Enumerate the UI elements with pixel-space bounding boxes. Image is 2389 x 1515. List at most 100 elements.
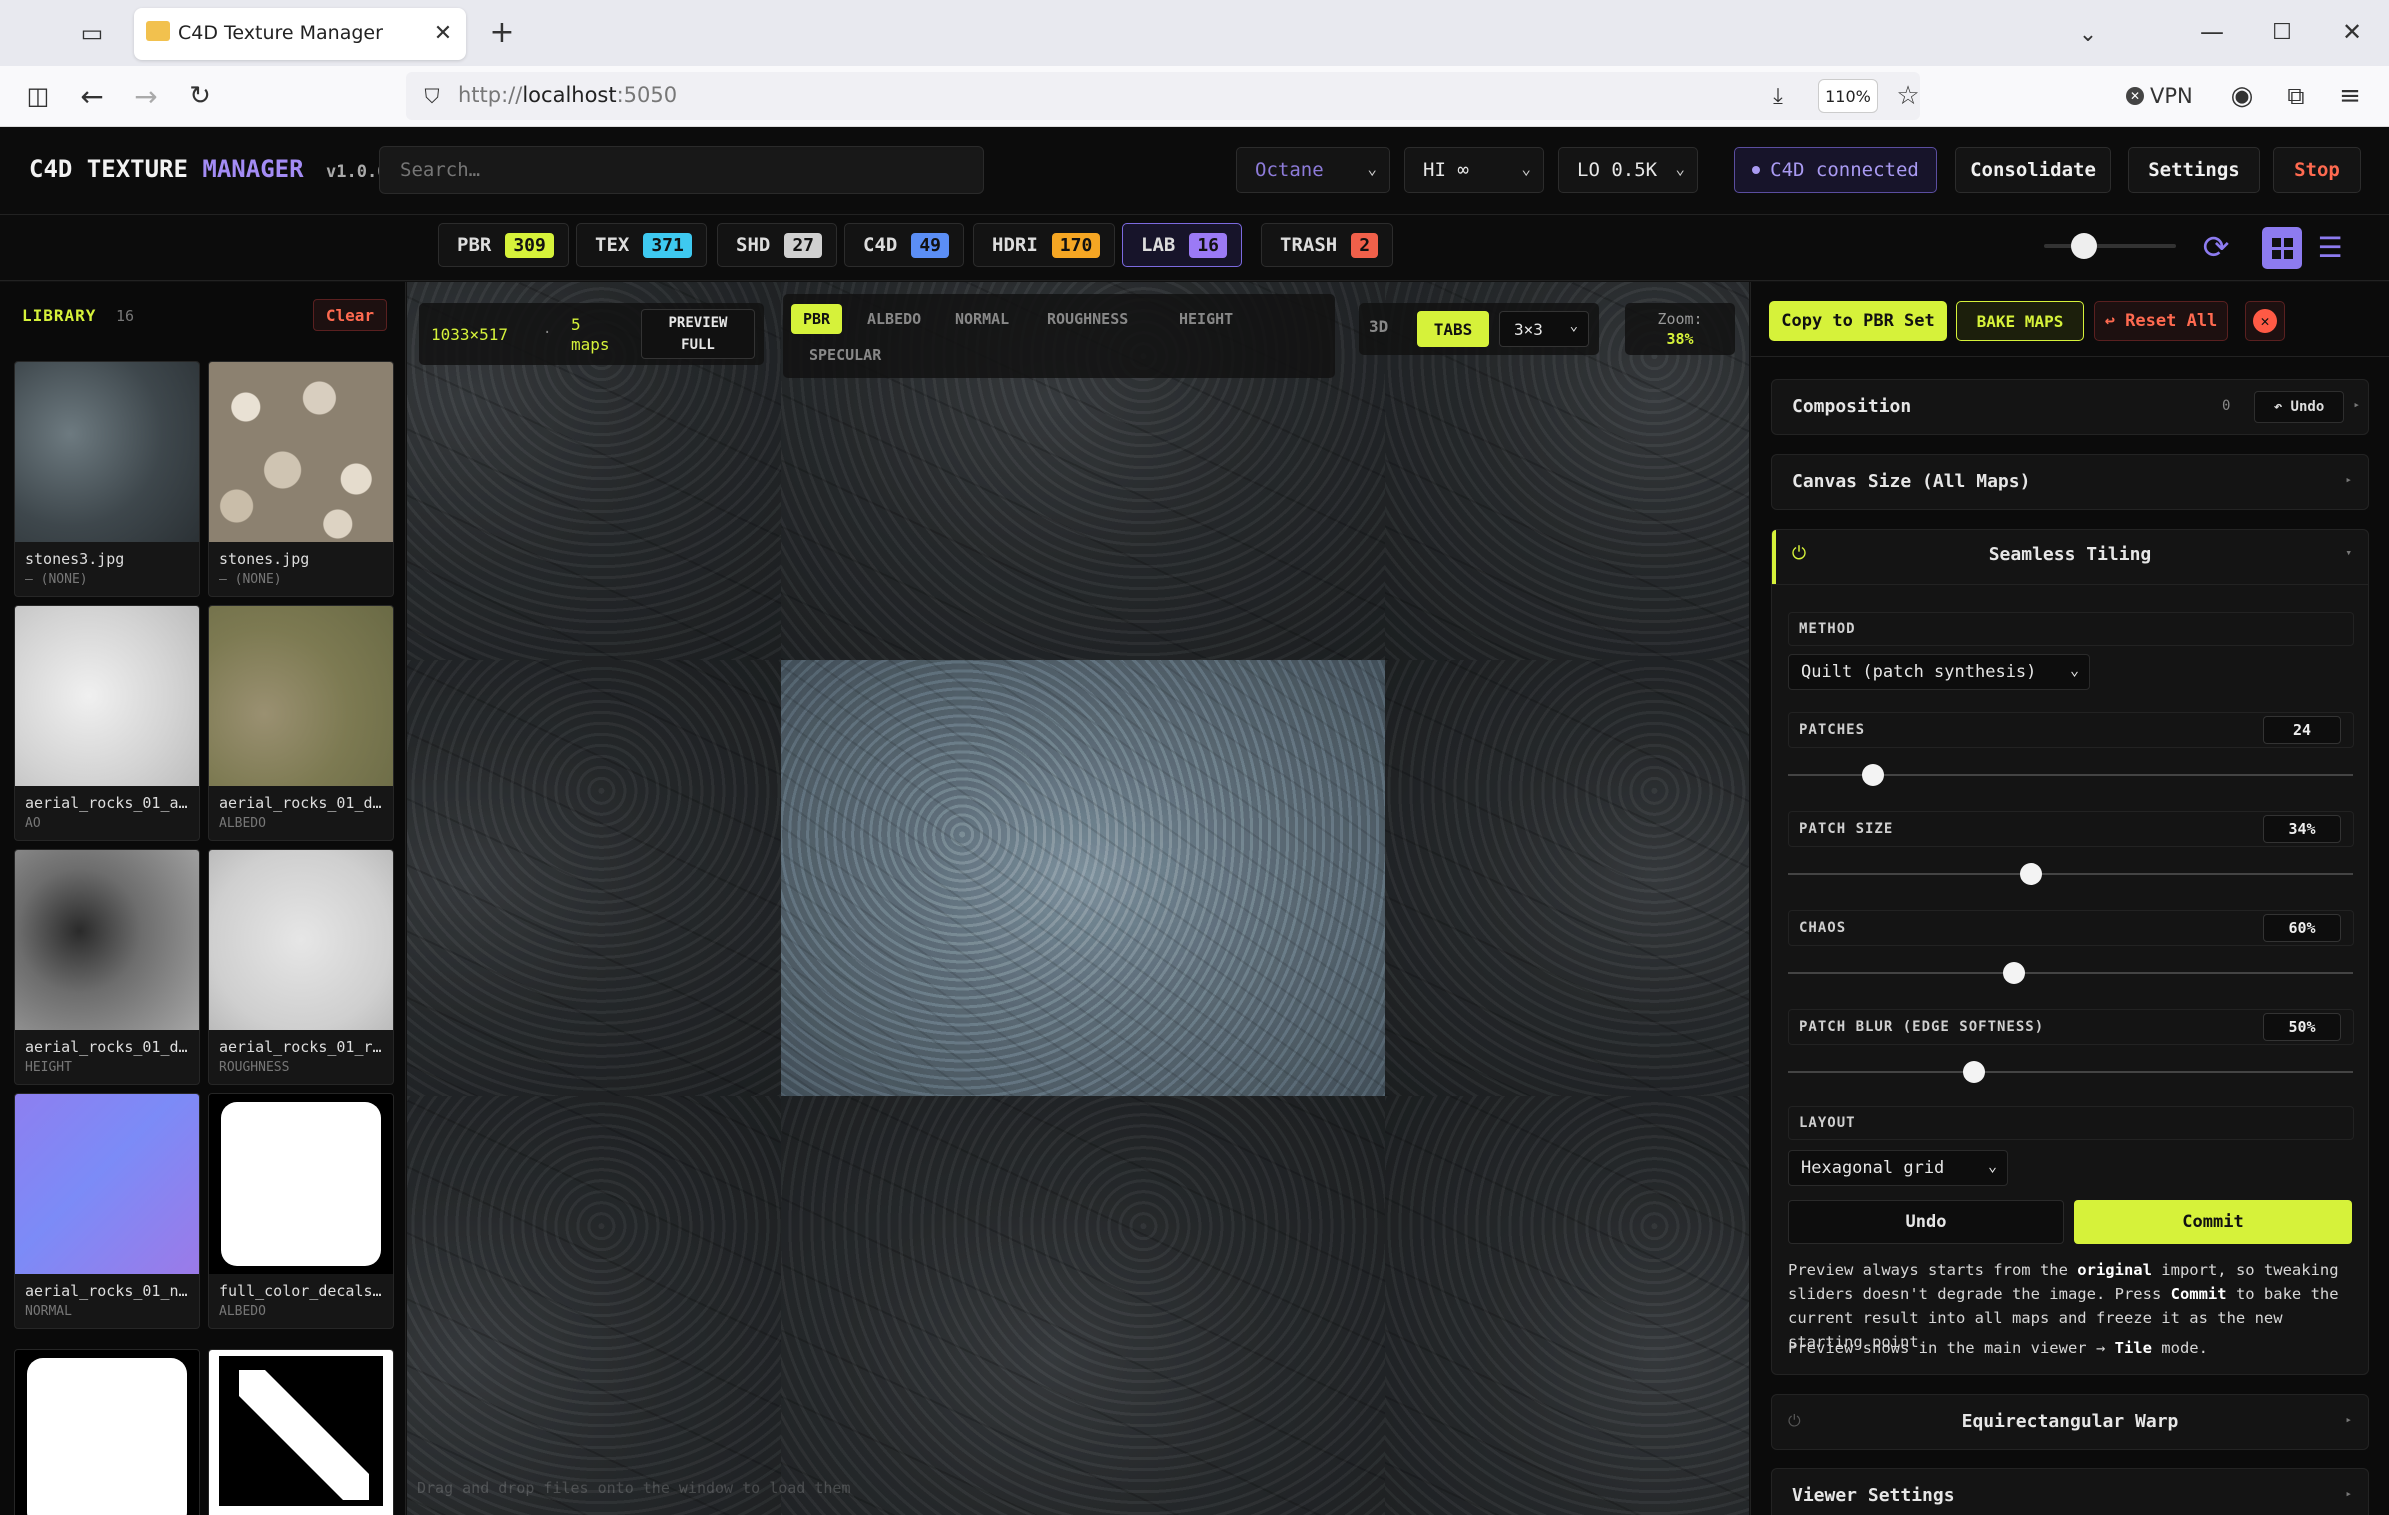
list-view-icon[interactable]: ☰ [2312, 229, 2348, 265]
c4d-connection-status[interactable]: C4D connected [1734, 147, 1937, 193]
chevron-down-icon: ⌄ [1569, 318, 1578, 334]
slider-knob[interactable] [2019, 863, 2042, 885]
library-thumb[interactable]: stones3.jpg — (NONE) [14, 361, 200, 597]
slider-track[interactable] [1788, 1061, 2353, 1083]
library-thumb[interactable] [208, 1349, 394, 1515]
library-thumb[interactable]: full_color_decals… ALBEDO [208, 1093, 394, 1329]
clear-button[interactable]: Clear [313, 299, 387, 331]
commit-button[interactable]: Commit [2074, 1200, 2352, 1244]
library-thumb[interactable] [14, 1349, 200, 1515]
renderer-select[interactable]: Octane ⌄ [1236, 147, 1390, 193]
hi-res-select[interactable]: HI ∞ ⌄ [1404, 147, 1544, 193]
slider-row: PATCH BLUR (EDGE SOFTNESS) 50% [1788, 1009, 2354, 1045]
settings-button[interactable]: Settings [2128, 147, 2260, 193]
category-tab-shd[interactable]: SHD 27 [717, 223, 838, 267]
sidebar-icon[interactable]: ◫ [20, 78, 56, 114]
thumbnail-filename: aerial_rocks_01_r… [219, 1038, 382, 1056]
slider-value[interactable]: 60% [2263, 914, 2341, 942]
method-select[interactable]: Quilt (patch synthesis) ⌄ [1788, 654, 2090, 690]
equirectangular-warp-section[interactable]: ⏻ Equirectangular Warp ▸ [1771, 1394, 2369, 1450]
url-text[interactable]: http://localhost:5050 [458, 83, 677, 107]
extensions-icon[interactable]: ⧉ [2278, 78, 2314, 114]
library-thumb[interactable]: aerial_rocks_01_n… NORMAL [14, 1093, 200, 1329]
account-icon[interactable]: ◉ [2224, 78, 2260, 114]
map-tab-pbr[interactable]: PBR [791, 304, 843, 334]
library-thumb[interactable]: aerial_rocks_01_d… HEIGHT [14, 849, 200, 1085]
slider-value[interactable]: 50% [2263, 1013, 2341, 1041]
category-bar: PBR 309 TEX 371 SHD 27 C4D 49 HDRI 170 LAB 16 TRASH 2… [0, 215, 2389, 281]
map-tab-height[interactable]: HEIGHT [1167, 304, 1245, 334]
lo-res-select[interactable]: LO 0.5K ⌄ [1558, 147, 1698, 193]
drop-hint: Drag and drop files onto the window to l… [417, 1479, 851, 1497]
library-thumb[interactable]: aerial_rocks_01_a… AO [14, 605, 200, 841]
maximize-icon[interactable]: ☐ [2262, 14, 2302, 50]
download-icon[interactable]: ⤓ [1762, 80, 1794, 112]
vpn-button[interactable]: ✕ VPN [2126, 80, 2193, 112]
map-tab-albedo[interactable]: ALBEDO [855, 304, 933, 334]
forward-icon[interactable]: → [128, 78, 164, 114]
mode-tabs-button[interactable]: TABS [1417, 311, 1489, 347]
layout-select[interactable]: Hexagonal grid ⌄ [1788, 1150, 2008, 1186]
close-tab-icon[interactable]: ✕ [430, 20, 456, 46]
library-thumb[interactable]: stones.jpg — (NONE) [208, 361, 394, 597]
slider-knob[interactable] [1861, 764, 1884, 786]
grid-view-button[interactable] [2262, 227, 2302, 269]
bake-maps-button[interactable]: BAKE MAPS [1956, 301, 2084, 341]
undo-button[interactable]: Undo [1788, 1200, 2064, 1244]
grid-size-select[interactable]: 3×3 ⌄ [1499, 311, 1589, 347]
minimize-icon[interactable]: — [2192, 14, 2232, 50]
canvas-size-section[interactable]: Canvas Size (All Maps) ▸ [1771, 454, 2369, 510]
chevron-down-icon: ⌄ [2069, 661, 2079, 679]
close-window-icon[interactable]: ✕ [2332, 14, 2372, 50]
address-bar[interactable]: ⛉ http://localhost:5050 ⤓ 110% ☆ [406, 72, 1920, 120]
zoom-badge[interactable]: 110% [1818, 79, 1878, 113]
tab-overview-icon[interactable]: ▭ [72, 16, 112, 50]
map-tab-specular[interactable]: SPECULAR [797, 340, 893, 370]
search-input[interactable] [379, 146, 984, 194]
composition-section[interactable]: Composition 0 ↶ Undo ▸ [1771, 379, 2369, 435]
thumbnail-map-type: ROUGHNESS [219, 1060, 290, 1075]
copy-to-pbr-button[interactable]: Copy to PBR Set [1769, 301, 1947, 341]
category-tab-lab[interactable]: LAB 16 [1122, 223, 1243, 267]
viewer-settings-section[interactable]: Viewer Settings ▸ [1771, 1468, 2369, 1515]
viewer-settings-title: Viewer Settings [1792, 1485, 1955, 1506]
mode-3d-button[interactable]: 3D [1369, 317, 1388, 336]
slider-track[interactable] [1788, 863, 2353, 885]
slider-value[interactable]: 34% [2263, 815, 2341, 843]
back-icon[interactable]: ← [74, 78, 110, 114]
new-tab-icon[interactable]: + [484, 14, 520, 50]
slider-knob[interactable] [2070, 233, 2097, 259]
category-tab-pbr[interactable]: PBR 309 [438, 223, 569, 267]
map-tab-normal[interactable]: NORMAL [943, 304, 1021, 334]
reset-all-button[interactable]: ↩ Reset All [2094, 301, 2228, 341]
category-tab-hdri[interactable]: HDRI 170 [973, 223, 1116, 267]
category-tab-tex[interactable]: TEX 371 [576, 223, 707, 267]
browser-tab[interactable]: C4D Texture Manager ✕ [134, 8, 466, 60]
library-thumb[interactable]: aerial_rocks_01_r… ROUGHNESS [208, 849, 394, 1085]
slider-track[interactable] [1788, 962, 2353, 984]
help-text-mode: Preview shows in the main viewer → Tile … [1788, 1339, 2208, 1357]
close-panel-button[interactable]: ✕ [2245, 301, 2285, 341]
category-tab-trash[interactable]: TRASH 2 [1261, 223, 1394, 267]
bookmark-star-icon[interactable]: ☆ [1892, 80, 1924, 112]
map-tab-roughness[interactable]: ROUGHNESS [1035, 304, 1140, 334]
thumbnail-size-slider[interactable] [2044, 233, 2176, 259]
texture-viewer[interactable]: 1033×517 · 5 maps PREVIEW FULL PBR ALBEDO… [407, 282, 1749, 1515]
stop-button[interactable]: Stop [2273, 147, 2361, 193]
reload-icon[interactable]: ↻ [182, 78, 218, 114]
seamless-tiling-title[interactable]: Seamless Tiling [1772, 544, 2368, 565]
chevron-down-icon: ⌄ [1675, 159, 1685, 178]
preview-full-button[interactable]: PREVIEW FULL [641, 309, 755, 359]
slider-knob[interactable] [2003, 962, 2025, 984]
refresh-icon[interactable]: ⟳ [2196, 227, 2236, 267]
slider-value[interactable]: 24 [2263, 716, 2341, 744]
slider-track[interactable] [1788, 764, 2353, 786]
tab-list-icon[interactable]: ⌄ [2070, 16, 2106, 52]
category-tab-c4d[interactable]: C4D 49 [844, 223, 965, 267]
composition-undo-button[interactable]: ↶ Undo [2254, 391, 2344, 423]
menu-icon[interactable]: ≡ [2332, 78, 2368, 114]
slider-knob[interactable] [1963, 1061, 1986, 1083]
collapse-arrow-icon[interactable]: ▾ [2345, 546, 2352, 559]
library-thumb[interactable]: aerial_rocks_01_d… ALBEDO [208, 605, 394, 841]
consolidate-button[interactable]: Consolidate [1955, 147, 2111, 193]
